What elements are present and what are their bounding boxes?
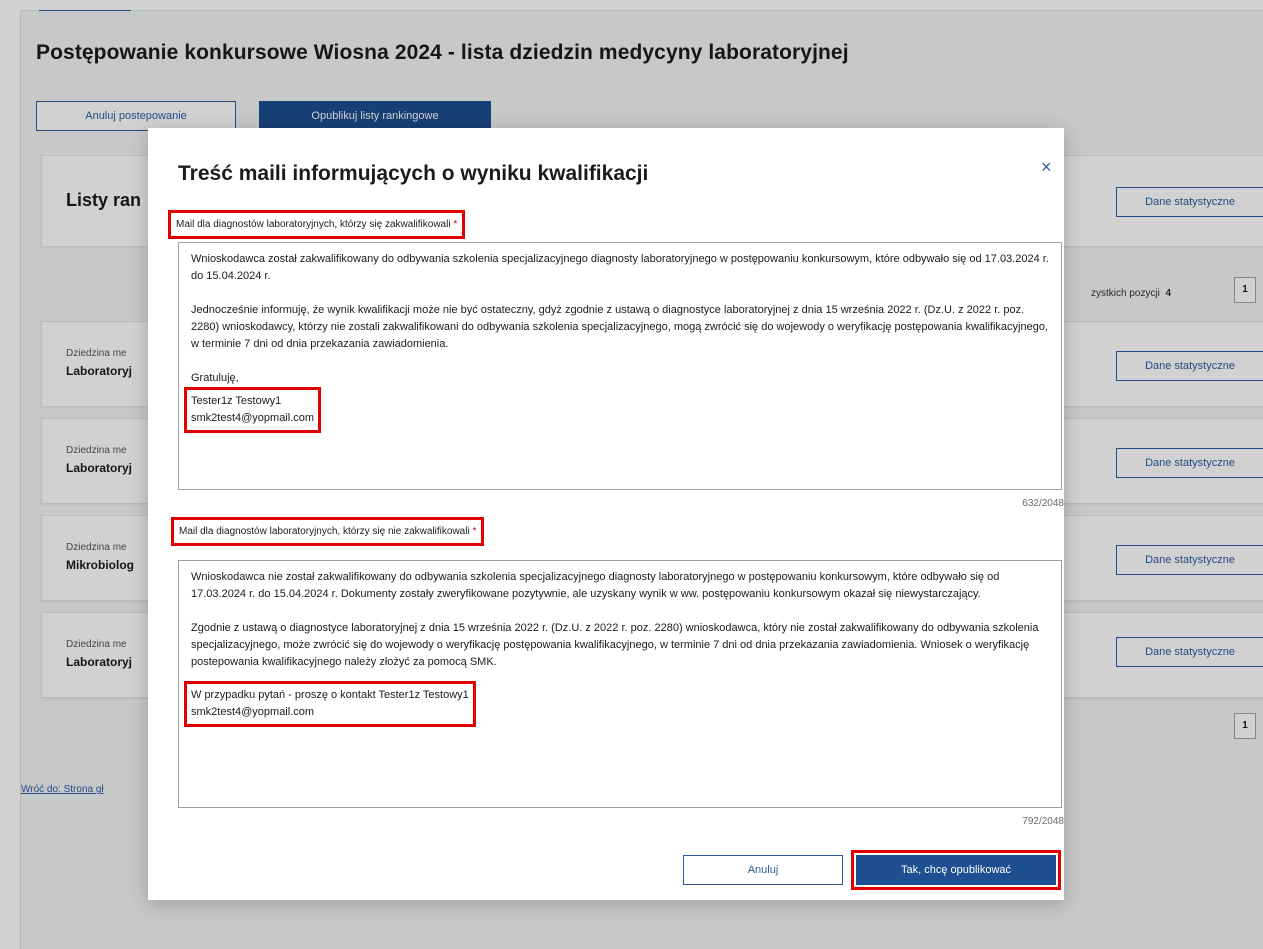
required-marker: * xyxy=(472,526,477,537)
signature-highlight: Tester1z Testowy1 smk2test4@yopmail.com xyxy=(184,387,322,433)
confirm-publish-button[interactable]: Tak, chcę opublikować xyxy=(856,855,1056,885)
signature-email: smk2test4@yopmail.com xyxy=(191,412,315,424)
confirm-highlight: Tak, chcę opublikować xyxy=(851,850,1061,890)
mail-paragraph: Wnioskodawca został zakwalifikowany do o… xyxy=(191,253,1049,282)
qualified-mail-textarea[interactable]: Wnioskodawca został zakwalifikowany do o… xyxy=(178,242,1062,490)
char-counter: 632/2048 xyxy=(1022,498,1064,509)
not-qualified-mail-label: Mail dla diagnostów laboratoryjnych, któ… xyxy=(171,517,485,546)
mail-paragraph: Wnioskodawca nie został zakwalifikowany … xyxy=(191,571,1000,600)
mail-paragraph: Zgodnie z ustawą o diagnostyce laborator… xyxy=(191,622,1039,668)
email-content-modal: Treść maili informujących o wyniku kwali… xyxy=(148,128,1064,900)
signature-email: smk2test4@yopmail.com xyxy=(191,706,315,718)
cancel-button[interactable]: Anuluj xyxy=(683,855,843,885)
mail-paragraph: Jednocześnie informuję, że wynik kwalifi… xyxy=(191,304,1048,350)
required-marker: * xyxy=(453,219,458,230)
contact-text: W przypadku pytań - proszę o kontakt Tes… xyxy=(191,689,469,701)
close-icon[interactable]: × xyxy=(1041,158,1052,176)
qualified-mail-label: Mail dla diagnostów laboratoryjnych, któ… xyxy=(168,210,466,239)
modal-title: Treść maili informujących o wyniku kwali… xyxy=(178,162,649,185)
not-qualified-mail-textarea[interactable]: Wnioskodawca nie został zakwalifikowany … xyxy=(178,560,1062,808)
contact-highlight: W przypadku pytań - proszę o kontakt Tes… xyxy=(184,681,476,727)
mail-paragraph: Gratuluję, xyxy=(191,372,239,384)
char-counter: 792/2048 xyxy=(1022,816,1064,827)
signature-name: Tester1z Testowy1 xyxy=(191,395,282,407)
